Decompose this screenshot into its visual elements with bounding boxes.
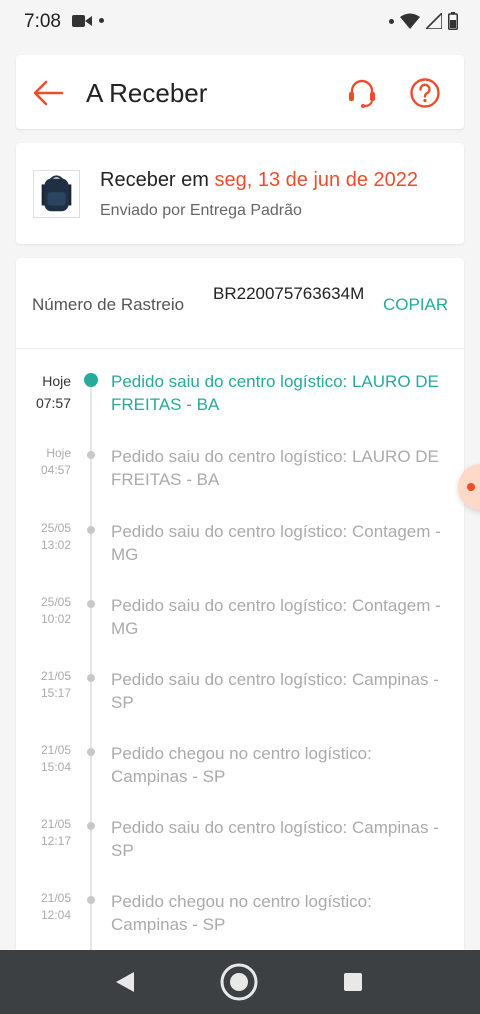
- event-description: Pedido chegou no centro logístico: Campi…: [111, 744, 372, 786]
- event-day: 21/05: [40, 817, 71, 831]
- event-time: 12:04: [40, 908, 71, 922]
- event-time: 07:57: [35, 395, 71, 411]
- shipping-method: Enviado por Entrega Padrão: [100, 202, 302, 219]
- event-timestamp: 21/05 15:17: [16, 668, 71, 702]
- event-timestamp: 25/05 13:02: [16, 520, 71, 554]
- system-icons: [389, 12, 458, 30]
- header-bar: A Receber: [16, 55, 464, 129]
- event-timestamp: 21/05 12:04: [16, 890, 71, 924]
- event-description: Pedido saiu do centro logístico: Campina…: [111, 818, 439, 860]
- back-triangle-icon[interactable]: [106, 962, 146, 1002]
- event-time: 10:02: [40, 612, 71, 626]
- delivery-date: seg, 13 de jun de 2022: [214, 169, 419, 191]
- event-description: Pedido saiu do centro logístico: Contage…: [111, 596, 441, 638]
- event-time: 13:02: [40, 538, 71, 552]
- tracking-number-label: Número de Rastreio: [32, 295, 185, 314]
- timeline-marker: [87, 600, 95, 608]
- event-timestamp: 21/05 12:17: [16, 816, 71, 850]
- timeline-marker: [87, 526, 95, 534]
- copy-button[interactable]: COPIAR: [383, 295, 448, 315]
- video-camera-icon: [72, 15, 92, 27]
- recents-square-icon[interactable]: [333, 962, 373, 1002]
- event-day: Hoje: [46, 446, 71, 460]
- home-circle-icon[interactable]: [219, 962, 259, 1002]
- delivery-estimate: Receber em seg, 13 de jun de 2022: [100, 169, 418, 192]
- event-time: 12:17: [40, 834, 71, 848]
- timeline-marker: [87, 822, 95, 830]
- event-description: Pedido saiu do centro logístico: LAURO D…: [111, 447, 439, 489]
- delivery-prefix: Receber em: [100, 169, 209, 191]
- event-day: 25/05: [40, 521, 71, 535]
- event-description: Pedido saiu do centro logístico: Contage…: [111, 522, 441, 564]
- product-thumbnail[interactable]: [33, 170, 80, 218]
- battery-icon: [448, 12, 458, 30]
- event-timestamp: 21/05 15:04: [16, 742, 71, 776]
- timeline-marker: [87, 674, 95, 682]
- event-day: 21/05: [40, 743, 71, 757]
- status-time: 7:08: [24, 11, 61, 32]
- timeline-marker: [87, 748, 95, 756]
- event-day: 21/05: [40, 669, 71, 683]
- event-time: 15:17: [40, 686, 71, 700]
- event-description: Pedido saiu do centro logístico: Campina…: [111, 670, 439, 712]
- wifi-icon: [400, 13, 420, 29]
- tracking-card: Número de Rastreio BR220075763634M COPIA…: [16, 258, 464, 950]
- event-description: Pedido chegou no centro logístico: Campi…: [111, 892, 372, 934]
- event-timestamp: Hoje 07:57: [16, 370, 71, 414]
- event-description: Pedido saiu do centro logístico: LAURO D…: [111, 372, 439, 414]
- tracking-number-row: Número de Rastreio BR220075763634M COPIA…: [16, 258, 464, 349]
- timeline-marker: [87, 896, 95, 904]
- timeline-line: [90, 381, 92, 950]
- event-day: Hoje: [42, 373, 71, 389]
- event-time: 15:04: [40, 760, 71, 774]
- delivery-info-card: Receber em seg, 13 de jun de 2022 Enviad…: [16, 143, 464, 244]
- event-day: 21/05: [40, 891, 71, 905]
- event-timestamp: Hoje 04:57: [16, 445, 71, 479]
- event-time: 04:57: [40, 463, 71, 477]
- system-navigation-bar: [0, 950, 480, 1014]
- event-day: 25/05: [40, 595, 71, 609]
- notification-dot: [389, 18, 394, 24]
- signal-icon: [426, 13, 442, 29]
- headset-icon[interactable]: [346, 77, 378, 109]
- timeline-marker-active: [84, 373, 98, 387]
- event-timestamp: 25/05 10:02: [16, 594, 71, 628]
- status-bar: 7:08: [0, 0, 480, 42]
- arrow-left-icon[interactable]: [32, 79, 64, 107]
- timeline-marker: [87, 451, 95, 459]
- question-circle-icon[interactable]: [409, 77, 441, 109]
- tracking-number: BR220075763634M: [213, 284, 365, 303]
- page-title: A Receber: [86, 78, 208, 108]
- notification-dot: [99, 18, 104, 23]
